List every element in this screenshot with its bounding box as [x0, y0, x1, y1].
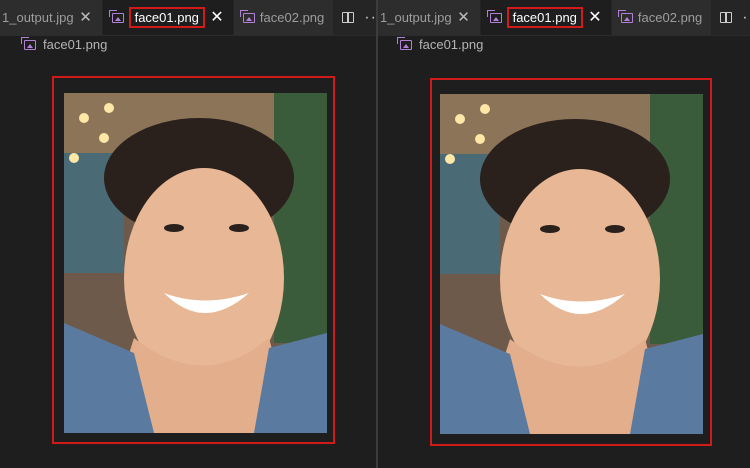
tab-label: 1_output.jpg — [2, 10, 74, 25]
split-editor-icon[interactable] — [720, 12, 733, 23]
tab-label: face02.png — [637, 10, 703, 25]
close-icon[interactable]: ✕ — [588, 9, 602, 26]
more-actions-icon[interactable]: ··· — [742, 9, 750, 26]
face-photo — [64, 93, 327, 433]
image-preview — [440, 94, 703, 434]
tab-face02-png[interactable]: face02.png — [611, 0, 713, 35]
tab-output-jpg[interactable]: 1_output.jpg ✕ — [378, 0, 481, 35]
image-file-icon — [486, 9, 502, 23]
tab-face01-png[interactable]: face01.png ✕ — [102, 0, 234, 35]
editor-pane-right: 1_output.jpg ✕ face01.png ✕ face02.png ·… — [378, 0, 750, 468]
more-actions-icon[interactable]: ··· — [364, 9, 376, 26]
split-editor-icon[interactable] — [342, 12, 355, 23]
image-file-icon — [108, 9, 124, 23]
breadcrumb[interactable]: face01.png — [21, 36, 107, 52]
close-icon[interactable]: ✕ — [210, 9, 224, 26]
tab-bar: 1_output.jpg ✕ face01.png ✕ face02.png ·… — [378, 0, 750, 36]
tab-face01-png[interactable]: face01.png ✕ — [480, 0, 612, 35]
image-file-icon — [397, 36, 412, 50]
tab-actions: ··· — [712, 0, 750, 35]
image-preview — [64, 93, 327, 433]
image-file-icon — [21, 36, 36, 50]
tab-bar: 1_output.jpg ✕ face01.png ✕ face02.png ·… — [0, 0, 376, 36]
image-file-icon — [239, 9, 255, 23]
close-icon[interactable]: ✕ — [79, 10, 93, 25]
tab-output-jpg[interactable]: 1_output.jpg ✕ — [0, 0, 103, 35]
tab-label: face01.png — [506, 7, 583, 28]
tab-label: 1_output.jpg — [380, 10, 452, 25]
tab-face02-png[interactable]: face02.png — [233, 0, 335, 35]
close-icon[interactable]: ✕ — [457, 10, 471, 25]
editor-pane-left: 1_output.jpg ✕ face01.png ✕ face02.png ·… — [0, 0, 376, 468]
breadcrumb-file[interactable]: face01.png — [43, 37, 107, 52]
tab-label: face01.png — [128, 7, 205, 28]
tab-actions: ··· — [334, 0, 376, 35]
breadcrumb-file[interactable]: face01.png — [419, 37, 483, 52]
face-photo — [440, 94, 703, 434]
breadcrumb[interactable]: face01.png — [397, 36, 483, 52]
tab-label: face02.png — [259, 10, 325, 25]
image-file-icon — [617, 9, 633, 23]
